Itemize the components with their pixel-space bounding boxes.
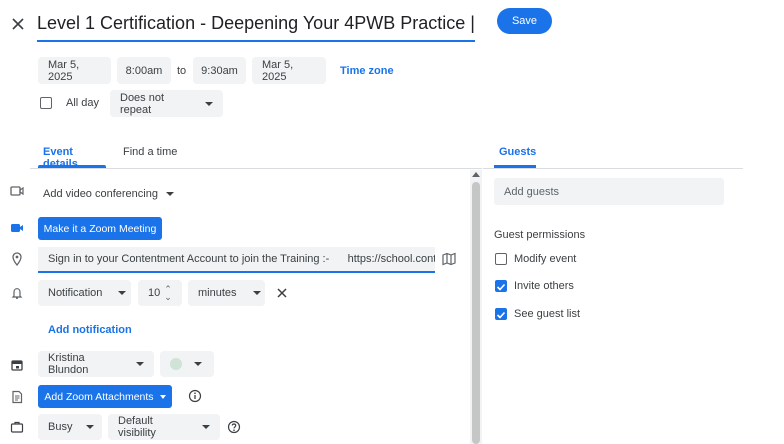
start-time-text: 8:00am (125, 64, 163, 77)
modify-event-checkbox[interactable] (495, 253, 507, 265)
end-date-text: Mar 5, 2025 (262, 58, 294, 83)
remove-notification-icon[interactable] (275, 286, 289, 300)
document-icon (10, 390, 24, 404)
close-icon[interactable] (11, 17, 25, 31)
stepper-arrows-icon[interactable]: ⌃ ⌄ (164, 285, 172, 302)
all-day-checkbox[interactable] (40, 97, 52, 109)
repeat-text: Does not repeat (120, 91, 165, 116)
add-guests-input[interactable]: Add guests (494, 178, 724, 205)
visibility-dropdown[interactable]: Default visibility (108, 414, 220, 440)
chevron-down-icon (118, 291, 127, 295)
availability-text: Busy (48, 421, 73, 433)
notification-amount-text: 10 (148, 287, 161, 299)
event-title-text: Level 1 Certification - Deepening Your 4… (37, 13, 475, 33)
location-pin-icon (10, 252, 24, 267)
notification-type-dropdown[interactable]: Notification (38, 280, 131, 306)
map-icon[interactable] (442, 252, 456, 266)
calendar-icon (10, 358, 24, 372)
video-conferencing-dropdown[interactable]: Add video conferencing (37, 181, 177, 207)
save-button[interactable]: Save (497, 8, 552, 34)
event-title-input[interactable]: Level 1 Certification - Deepening Your 4… (37, 8, 475, 42)
timezone-link[interactable]: Time zone (340, 65, 394, 77)
notification-amount-stepper[interactable]: 10 ⌃ ⌄ (138, 280, 182, 306)
chevron-down-icon (136, 362, 144, 366)
see-guest-list-checkbox[interactable] (495, 308, 507, 320)
start-date-text: Mar 5, 2025 (48, 58, 80, 83)
end-time-chip[interactable]: 9:30am (193, 57, 246, 84)
chevron-down-icon (159, 394, 166, 399)
add-zoom-attachments-label: Add Zoom Attachments (44, 390, 154, 403)
bell-icon (10, 286, 24, 300)
video-conferencing-text: Add video conferencing (43, 188, 158, 200)
chevron-down-icon (202, 425, 210, 429)
details-scrollbar[interactable] (470, 170, 482, 444)
location-input[interactable]: Sign in to your Contentment Account to j… (38, 247, 435, 273)
tab-find-a-time[interactable]: Find a time (118, 140, 182, 168)
tabs-divider (30, 168, 482, 169)
video-camera-icon (10, 184, 24, 198)
add-guests-placeholder: Add guests (504, 185, 560, 198)
add-zoom-attachments-button[interactable]: Add Zoom Attachments (38, 385, 172, 408)
make-zoom-meeting-button[interactable]: Make it a Zoom Meeting (38, 217, 162, 240)
zoom-camera-icon (10, 221, 24, 235)
help-icon[interactable] (227, 420, 241, 434)
notification-type-text: Notification (48, 287, 103, 299)
guests-tab-label: Guests (499, 146, 537, 158)
tab-find-a-time-label: Find a time (123, 146, 178, 158)
visibility-text: Default visibility (118, 415, 156, 439)
chevron-down-icon (205, 101, 213, 106)
notification-unit-text: minutes (198, 287, 237, 299)
scroll-up-arrow[interactable] (472, 172, 480, 177)
save-button-label: Save (511, 15, 538, 27)
modify-event-label: Modify event (514, 253, 577, 265)
chevron-down-icon (194, 362, 202, 366)
invite-others-checkbox[interactable] (495, 280, 507, 292)
chevron-down-icon (165, 192, 174, 196)
tab-event-details[interactable]: Event details (38, 140, 106, 170)
end-time-text: 9:30am (201, 64, 238, 77)
to-label: to (177, 65, 187, 77)
event-color-swatch (170, 358, 182, 370)
location-text: Sign in to your Contentment Account to j… (48, 253, 435, 265)
info-icon[interactable] (188, 389, 202, 403)
availability-dropdown[interactable]: Busy (38, 414, 102, 440)
see-guest-list-label: See guest list (514, 308, 581, 320)
briefcase-icon (10, 420, 24, 434)
add-notification-link[interactable]: Add notification (48, 324, 132, 336)
guests-divider (483, 168, 743, 169)
end-date-chip[interactable]: Mar 5, 2025 (252, 57, 326, 84)
start-time-chip[interactable]: 8:00am (117, 57, 171, 84)
calendar-owner-dropdown[interactable]: Kristina Blundon (38, 351, 154, 377)
guest-permissions-title: Guest permissions (494, 229, 586, 241)
chevron-down-icon (252, 291, 261, 295)
scroll-thumb[interactable] (472, 182, 480, 444)
all-day-label: All day (66, 97, 100, 109)
notification-unit-dropdown[interactable]: minutes (188, 280, 265, 306)
make-zoom-meeting-label: Make it a Zoom Meeting (43, 222, 157, 235)
start-date-chip[interactable]: Mar 5, 2025 (38, 57, 111, 84)
event-color-dropdown[interactable] (160, 351, 214, 377)
guests-tab[interactable]: Guests (494, 140, 536, 168)
invite-others-label: Invite others (514, 280, 574, 292)
chevron-down-icon (86, 425, 95, 429)
repeat-dropdown[interactable]: Does not repeat (110, 90, 223, 117)
calendar-owner-text: Kristina Blundon (48, 352, 89, 376)
